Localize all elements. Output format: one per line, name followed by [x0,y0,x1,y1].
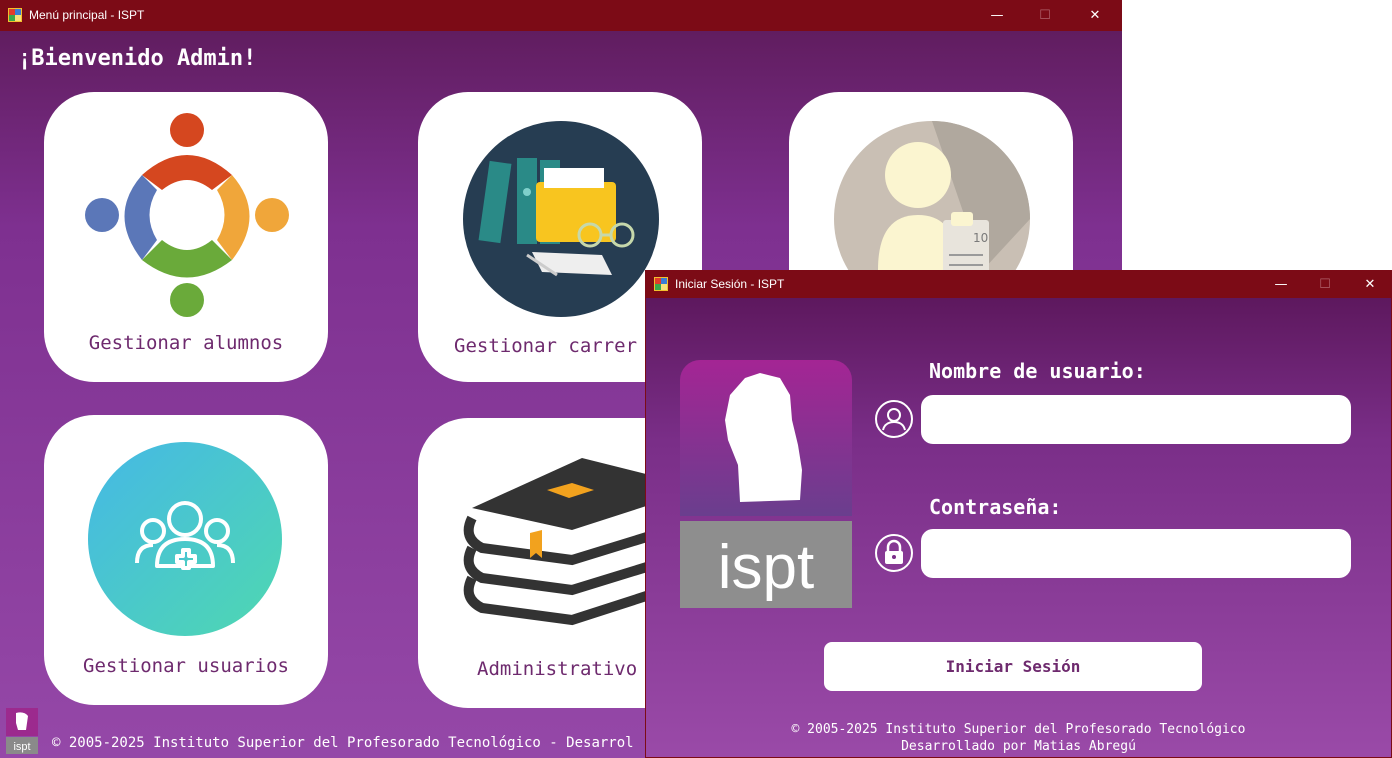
login-minimize-button[interactable]: — [1258,271,1304,298]
ispt-logo-text: ispt [718,533,814,602]
welcome-heading: ¡Bienvenido Admin! [18,46,257,71]
main-titlebar: Menú principal - ISPT — ☐ ✕ [0,0,1122,31]
minimize-button[interactable]: — [974,0,1020,31]
minimize-icon: — [1274,277,1288,292]
login-footer-copyright: © 2005-2025 Instituto Superior del Profe… [791,722,1246,737]
ispt-logo-small: ispt [6,708,38,754]
login-window: Iniciar Sesión - ISPT — ☐ ✕ ispt Nombre … [645,270,1392,758]
login-button[interactable]: Iniciar Sesión [824,642,1202,691]
lock-icon [875,534,913,572]
close-icon: ✕ [1364,277,1376,292]
close-icon: ✕ [1089,8,1101,23]
login-window-title: Iniciar Sesión - ISPT [675,277,785,291]
login-maximize-button[interactable]: ☐ [1302,271,1348,298]
ispt-logo: ispt [680,360,852,608]
card-label-alumnos: Gestionar alumnos [88,332,284,354]
maximize-icon: ☐ [1039,8,1051,23]
svg-text:10: 10 [973,231,988,245]
svg-text:ispt: ispt [13,741,30,753]
card-gestionar-usuarios[interactable]: Gestionar usuarios [44,415,328,705]
login-close-button[interactable]: ✕ [1347,271,1391,298]
login-titlebar: Iniciar Sesión - ISPT — ☐ ✕ [646,271,1391,298]
card-label-usuarios: Gestionar usuarios [83,655,289,677]
password-label: Contraseña: [929,495,1062,519]
minimize-icon: — [990,8,1004,23]
users-add-icon [88,442,282,636]
folders-books-icon [463,121,659,317]
close-button[interactable]: ✕ [1072,0,1118,31]
username-input[interactable] [921,395,1351,444]
app-icon [654,277,668,291]
password-input[interactable] [921,529,1351,578]
user-circle-icon [875,400,913,438]
people-circle-icon [85,113,289,317]
maximize-icon: ☐ [1319,277,1331,292]
main-window-title: Menú principal - ISPT [29,8,145,22]
app-icon [8,8,22,22]
login-footer-developer: Desarrollado por Matias Abregú [901,739,1136,754]
card-gestionar-alumnos[interactable]: Gestionar alumnos [44,92,328,382]
username-label: Nombre de usuario: [929,359,1146,383]
maximize-button[interactable]: ☐ [1022,0,1068,31]
main-footer: © 2005-2025 Instituto Superior del Profe… [52,735,634,751]
